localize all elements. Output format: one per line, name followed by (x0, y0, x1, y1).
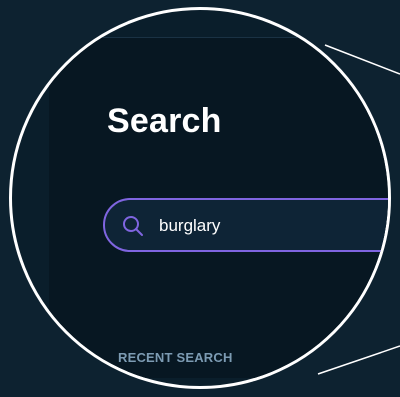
app-screen: Search RECENT SEARCH (49, 37, 388, 378)
search-icon (123, 216, 143, 236)
page-title: Search (107, 102, 222, 140)
search-field[interactable] (103, 198, 388, 252)
magnifier-lens: Search RECENT SEARCH (9, 7, 391, 389)
search-input[interactable] (157, 210, 388, 242)
recent-search-heading: RECENT SEARCH (118, 350, 233, 365)
